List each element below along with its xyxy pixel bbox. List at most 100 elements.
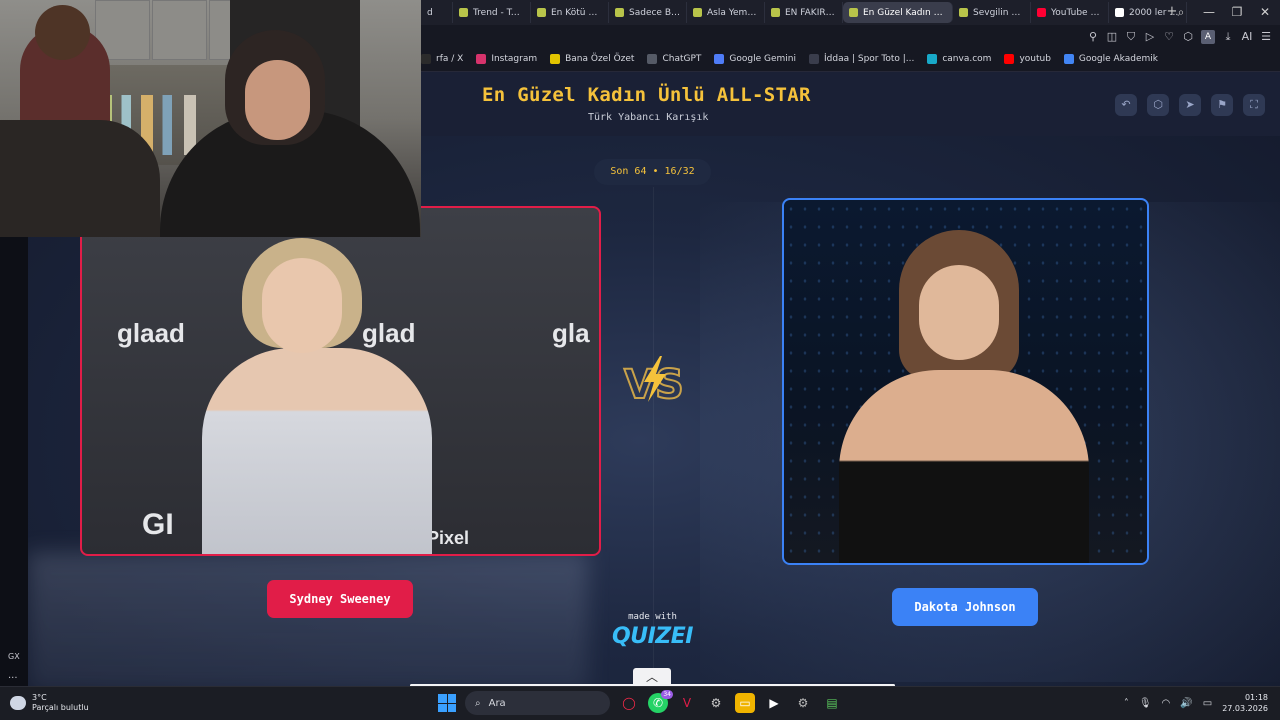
backdrop-text: glad xyxy=(362,318,416,348)
media-player-icon[interactable]: ▶ xyxy=(764,693,784,713)
wifi-icon[interactable]: ◠ xyxy=(1162,698,1171,709)
bookmark-item[interactable]: Google Akademik xyxy=(1063,54,1158,64)
restore-icon[interactable]: ❐ xyxy=(1230,4,1244,20)
quizei-icon xyxy=(771,8,780,17)
browser-tab[interactable]: YouTube Mu xyxy=(1031,2,1109,23)
battery-icon[interactable]: ▭ xyxy=(1203,698,1212,709)
browser-tab[interactable]: Sadece Bir T xyxy=(609,2,687,23)
gx-label[interactable]: GX xyxy=(8,652,20,661)
contestant-right-name-button[interactable]: Dakota Johnson xyxy=(892,588,1038,626)
vivaldi-icon[interactable]: V xyxy=(677,693,697,713)
quizei-icon xyxy=(849,8,858,17)
taskbar-search[interactable]: ⌕ Ara xyxy=(465,691,610,715)
bookmark-item[interactable]: Instagram xyxy=(476,54,537,64)
browser-sidebar xyxy=(0,237,28,686)
profile-avatar[interactable]: A xyxy=(1201,30,1215,44)
heart-icon[interactable]: ♡ xyxy=(1163,30,1175,44)
webcam-overlay xyxy=(0,0,421,237)
backdrop-text: gla xyxy=(552,318,590,348)
windows-start-icon[interactable] xyxy=(438,694,456,712)
play-icon[interactable]: ▷ xyxy=(1144,30,1156,44)
versus-icon: VS xyxy=(623,356,685,404)
sidebar-more-icon[interactable]: ... xyxy=(8,670,18,681)
taskbar-center: ⌕ Ara ◯ ✆ 34 V ⚙ ▭ ▶ ⚙ ▤ xyxy=(438,690,842,715)
bookmark-label: rfa / X xyxy=(436,54,464,64)
screen: d Trend - Turn En Kötü Dat Sadece Bir T Asla… xyxy=(0,0,1280,720)
search-tabs-icon[interactable]: ⌕ xyxy=(1174,4,1188,20)
minimize-icon[interactable]: — xyxy=(1202,4,1216,20)
tab-label: Trend - Turn xyxy=(473,7,524,18)
tab-label: d xyxy=(427,7,433,18)
iddaa-icon xyxy=(809,54,819,64)
shield-icon[interactable]: ⛉ xyxy=(1125,30,1137,44)
browser-tab[interactable]: d xyxy=(421,2,453,23)
bookmark-label: Bana Özel Özet xyxy=(565,54,635,64)
instagram-icon xyxy=(476,54,487,64)
share-icon[interactable]: ⬡ xyxy=(1147,94,1169,116)
download-icon[interactable]: ⤓ xyxy=(1222,30,1234,44)
browser-tab[interactable]: Sevgilin sen xyxy=(953,2,1031,23)
browser-tab[interactable]: En Güzel Kadın Ünlü A xyxy=(843,2,953,23)
streamer-face xyxy=(245,60,310,140)
person-foreground-left xyxy=(0,120,160,237)
weather-widget[interactable]: 3°C Parçalı bulutlu xyxy=(10,693,89,713)
volume-icon[interactable]: 🔊 xyxy=(1180,698,1192,709)
send-icon[interactable]: ➤ xyxy=(1179,94,1201,116)
bookmark-label: youtub xyxy=(1019,54,1051,64)
chevron-up-icon[interactable]: ˄ xyxy=(1124,698,1129,709)
photo-face xyxy=(919,265,999,360)
bookmark-item[interactable]: Google Gemini xyxy=(714,54,796,64)
opera-gx-icon[interactable]: ◯ xyxy=(619,693,639,713)
clock[interactable]: 01:18 27.03.2026 xyxy=(1222,692,1268,714)
nvidia-icon[interactable]: ▤ xyxy=(822,693,842,713)
whatsapp-icon[interactable]: ✆ 34 xyxy=(648,690,673,713)
tab-label: YouTube Mu xyxy=(1051,7,1102,18)
temperature: 3°C xyxy=(32,693,47,702)
contestant-left-card[interactable]: glaad glad gla GI Pixel xyxy=(80,206,601,556)
bookmark-label: Instagram xyxy=(491,54,538,64)
undo-icon[interactable]: ↶ xyxy=(1115,94,1137,116)
bookmark-label: canva.com xyxy=(942,54,992,64)
youtube-icon xyxy=(1004,54,1015,64)
browser-tab[interactable]: En Kötü Dat xyxy=(531,2,609,23)
x-icon xyxy=(421,54,431,64)
bookmark-item[interactable]: canva.com xyxy=(927,54,991,64)
browser-tab[interactable]: Asla Yemem xyxy=(687,2,765,23)
browser-tab[interactable]: EN FAKİR Dı xyxy=(765,2,843,23)
bookmark-item[interactable]: İddaa | Spor Toto |... xyxy=(809,54,914,64)
made-with-label: made with xyxy=(628,612,677,622)
quiz-title: En Güzel Kadın Ünlü ALL-STAR xyxy=(482,84,811,106)
menu-icon[interactable]: ☰ xyxy=(1260,30,1272,44)
screenshot-icon[interactable]: ◫ xyxy=(1106,30,1118,44)
bookmark-item[interactable]: rfa / X xyxy=(421,54,463,64)
bookmark-item[interactable]: Bana Özel Özet xyxy=(550,54,634,64)
browser-tab[interactable]: Trend - Turn xyxy=(453,2,531,23)
tab-label: EN FAKİR Dı xyxy=(785,7,836,18)
bookmark-item[interactable]: ChatGPT xyxy=(647,54,701,64)
contestant-left-name-button[interactable]: Sydney Sweeney xyxy=(267,580,413,618)
app-icon[interactable]: ⚙ xyxy=(706,693,726,713)
extensions-icon[interactable]: ⬡ xyxy=(1182,30,1194,44)
pin-icon[interactable]: ⚲ xyxy=(1087,30,1099,44)
time: 01:18 xyxy=(1244,693,1268,702)
bookmark-item[interactable]: youtub xyxy=(1004,54,1051,64)
quizei-logo[interactable]: QUIZEI xyxy=(610,624,695,649)
ai-button[interactable]: AI xyxy=(1241,30,1253,44)
contestant-right-card[interactable] xyxy=(782,198,1149,565)
close-icon[interactable]: ✕ xyxy=(1258,4,1272,20)
microphone-icon[interactable]: 🎙 xyxy=(1139,698,1152,709)
tab-label: En Güzel Kadın Ünlü A xyxy=(863,7,946,18)
quizei-icon xyxy=(615,8,624,17)
bookmark-label: ChatGPT xyxy=(662,54,702,64)
settings-icon[interactable]: ⚙ xyxy=(793,693,813,713)
file-explorer-icon[interactable]: ▭ xyxy=(735,693,755,713)
tab-label: Asla Yemem xyxy=(707,7,758,18)
bookmark-label: Google Akademik xyxy=(1078,54,1158,64)
quizei-icon xyxy=(459,8,468,17)
flag-icon[interactable]: ⚑ xyxy=(1211,94,1233,116)
tab-label: En Kötü Dat xyxy=(551,7,602,18)
tab-label: Sevgilin sen xyxy=(973,7,1024,18)
search-icon: ⌕ xyxy=(475,697,481,709)
fullscreen-icon[interactable]: ⛶ xyxy=(1243,94,1265,116)
system-tray: ˄ 🎙 ◠ 🔊 ▭ 01:18 27.03.2026 xyxy=(1124,692,1268,714)
